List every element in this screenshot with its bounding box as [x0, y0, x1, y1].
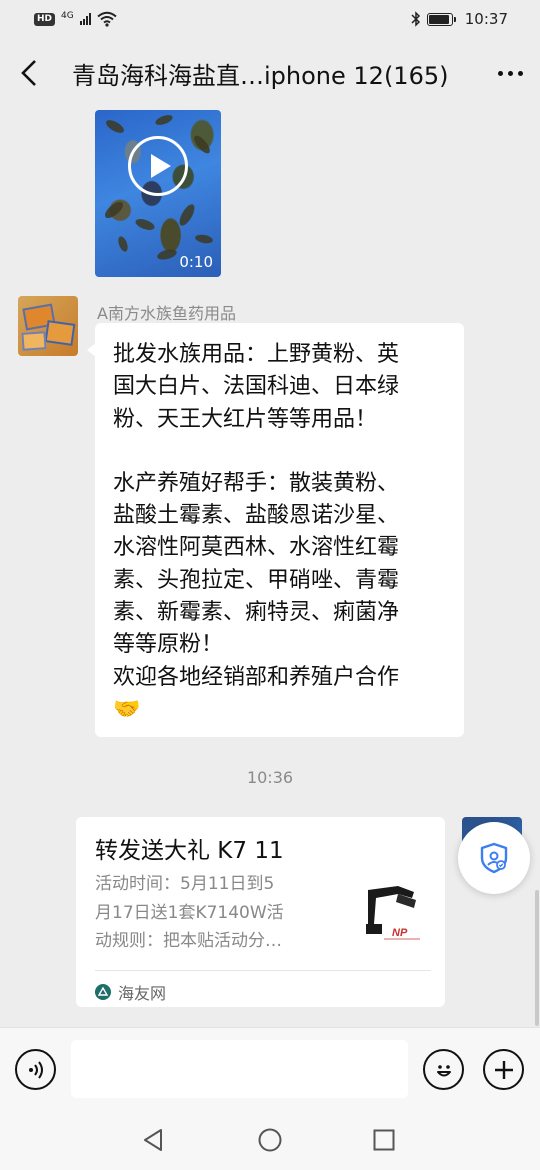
thumb-brand-label: NP	[392, 927, 408, 939]
source-logo-icon	[95, 984, 111, 1000]
chevron-left-icon	[21, 60, 36, 86]
message-line: 粉、天王大红片等等用品！	[113, 406, 378, 432]
message-line: 水产养殖好帮手：散装黄粉、	[113, 470, 400, 496]
video-duration: 0:10	[179, 253, 213, 271]
floating-security-button[interactable]	[458, 822, 530, 894]
message-line: 国大白片、法国科迪、日本绿	[113, 374, 400, 400]
card-description: 活动时间：5月11日到5 月17日送1套K7140W活 动规则：把本贴活动分…	[95, 870, 331, 956]
back-button[interactable]	[0, 38, 58, 108]
battery-icon	[426, 12, 456, 26]
system-back-button[interactable]	[141, 1127, 167, 1153]
play-icon	[151, 154, 171, 178]
signal-icon	[79, 13, 91, 25]
link-card-message[interactable]: 转发送大礼 K7 11 活动时间：5月11日到5 月17日送1套K7140W活 …	[76, 817, 445, 1007]
message-line: 素、头孢拉定、甲硝唑、青霉	[113, 567, 400, 593]
message-line: 水溶性阿莫西林、水溶性红霉	[113, 535, 400, 561]
smiley-icon	[436, 1064, 451, 1076]
dot-icon	[507, 70, 513, 76]
more-options-button[interactable]	[480, 38, 540, 108]
card-divider	[95, 970, 431, 971]
card-source-name: 海友网	[118, 984, 167, 1003]
status-time: 10:37	[464, 10, 508, 28]
chat-title: 青岛海科海盐直…iphone 12(165)	[72, 61, 449, 90]
scrollbar-thumb[interactable]	[535, 890, 539, 1026]
dot-icon	[497, 70, 503, 76]
card-title: 转发送大礼 K7 11	[95, 838, 284, 864]
message-line: 素、新霉素、痢特灵、痢菌净	[113, 600, 400, 626]
text-message-bubble[interactable]: 批发水族用品：上野黄粉、英 国大白片、法国科迪、日本绿 粉、天王大红片等等用品！…	[87, 323, 464, 737]
bluetooth-icon	[411, 11, 420, 27]
system-recents-button[interactable]	[371, 1127, 397, 1153]
dot-icon	[517, 70, 523, 76]
card-thumbnail: NP	[358, 880, 428, 948]
message-input[interactable]	[71, 1040, 408, 1098]
shield-icon	[480, 842, 508, 874]
system-navigation-bar	[0, 1110, 540, 1170]
network-type-label: 4G	[61, 10, 74, 21]
sender-name: A南方水族鱼药用品	[97, 304, 236, 323]
system-home-button[interactable]	[257, 1127, 283, 1153]
card-desc-line: 动规则：把本贴活动分…	[95, 931, 282, 952]
emoji-button[interactable]	[423, 1049, 464, 1090]
chat-timestamp: 10:36	[246, 768, 294, 787]
video-message[interactable]: 0:10	[95, 110, 221, 277]
voice-input-button[interactable]	[15, 1049, 56, 1090]
chat-header: 青岛海科海盐直…iphone 12(165)	[0, 38, 540, 108]
message-line: 等等原粉！	[113, 632, 224, 658]
handshake-icon: 🤝	[113, 696, 141, 722]
card-desc-line: 月17日送1套K7140W活	[95, 902, 284, 923]
voice-icon	[28, 1060, 43, 1079]
plus-icon	[494, 1060, 513, 1079]
hd-icon: HD	[34, 12, 56, 26]
sender-avatar[interactable]	[18, 296, 78, 356]
play-button[interactable]	[128, 136, 188, 196]
status-left: HD 4G	[34, 11, 117, 27]
message-line: 批发水族用品：上野黄粉、英	[113, 342, 400, 367]
card-source: 海友网	[95, 980, 166, 1004]
message-line: 盐酸土霉素、盐酸恩诺沙星、	[113, 503, 400, 529]
more-functions-button[interactable]	[483, 1049, 524, 1090]
wifi-icon	[97, 11, 117, 27]
card-desc-line: 活动时间：5月11日到5	[95, 874, 275, 894]
battery-level	[428, 14, 449, 24]
message-line: 欢迎各地经销部和养殖户合作	[113, 664, 400, 690]
status-right: 10:37	[411, 10, 508, 28]
message-input-bar	[0, 1027, 540, 1110]
status-bar: HD 4G 10:37	[0, 0, 540, 38]
